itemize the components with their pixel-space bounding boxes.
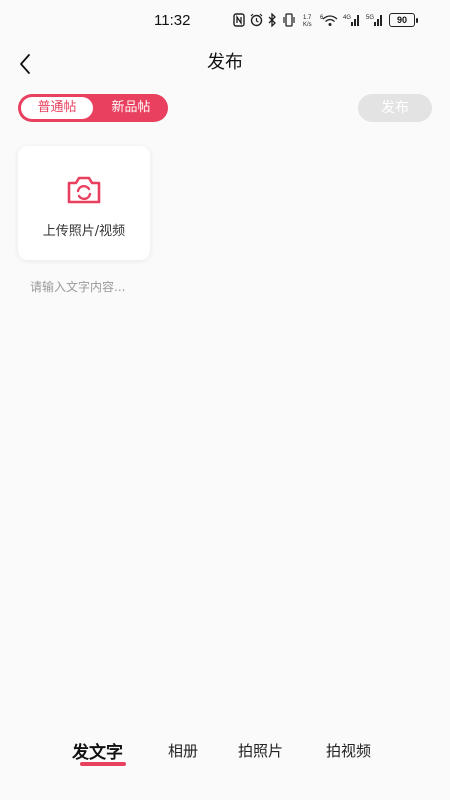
post-type-segment: 普通帖 新品帖: [18, 94, 168, 122]
back-button[interactable]: [12, 50, 40, 78]
upload-media-card[interactable]: 上传照片/视频: [18, 146, 150, 260]
signal-5g-icon: 5G: [366, 15, 382, 26]
segment-normal-post[interactable]: 普通帖: [21, 97, 93, 119]
nfc-icon: [233, 13, 245, 27]
active-tab-indicator: [80, 762, 126, 766]
wifi-6-icon: 6: [320, 15, 338, 26]
svg-text:4G: 4G: [343, 15, 351, 21]
status-bar: 11:32 1.7 K/s 6 4G 5G 90: [0, 0, 450, 44]
upload-label: 上传照片/视频: [42, 224, 126, 239]
status-icons: 1.7 K/s 6 4G 5G 90: [233, 13, 418, 27]
battery-icon: 90: [389, 13, 418, 27]
publish-screen: 11:32 1.7 K/s 6 4G 5G 90 发布 普通帖 新品帖 发布 上…: [0, 0, 450, 800]
svg-text:1.7: 1.7: [303, 15, 312, 21]
content-text-input[interactable]: 请输入文字内容...: [30, 278, 420, 298]
tab-record-video[interactable]: 拍视频: [326, 740, 371, 761]
camera-icon: [67, 176, 101, 204]
network-speed-icon: 1.7 K/s: [303, 15, 312, 27]
publish-button[interactable]: 发布: [358, 94, 432, 122]
svg-text:K/s: K/s: [303, 22, 312, 27]
tab-take-photo[interactable]: 拍照片: [238, 740, 283, 761]
bluetooth-icon: [268, 13, 276, 27]
tab-album[interactable]: 相册: [168, 740, 198, 761]
bottom-tab-bar: 发文字 相册 拍照片 拍视频: [0, 730, 450, 780]
status-time: 11:32: [154, 12, 191, 29]
vibrate-icon: [283, 13, 295, 27]
tab-text[interactable]: 发文字: [72, 738, 123, 763]
signal-4g-icon: 4G: [343, 15, 359, 26]
battery-level: 90: [389, 13, 415, 27]
alarm-icon: [250, 13, 263, 27]
chevron-left-icon: [20, 54, 30, 74]
page-title: 发布: [207, 52, 243, 73]
svg-text:5G: 5G: [366, 15, 374, 21]
segment-new-product-post[interactable]: 新品帖: [98, 94, 164, 122]
